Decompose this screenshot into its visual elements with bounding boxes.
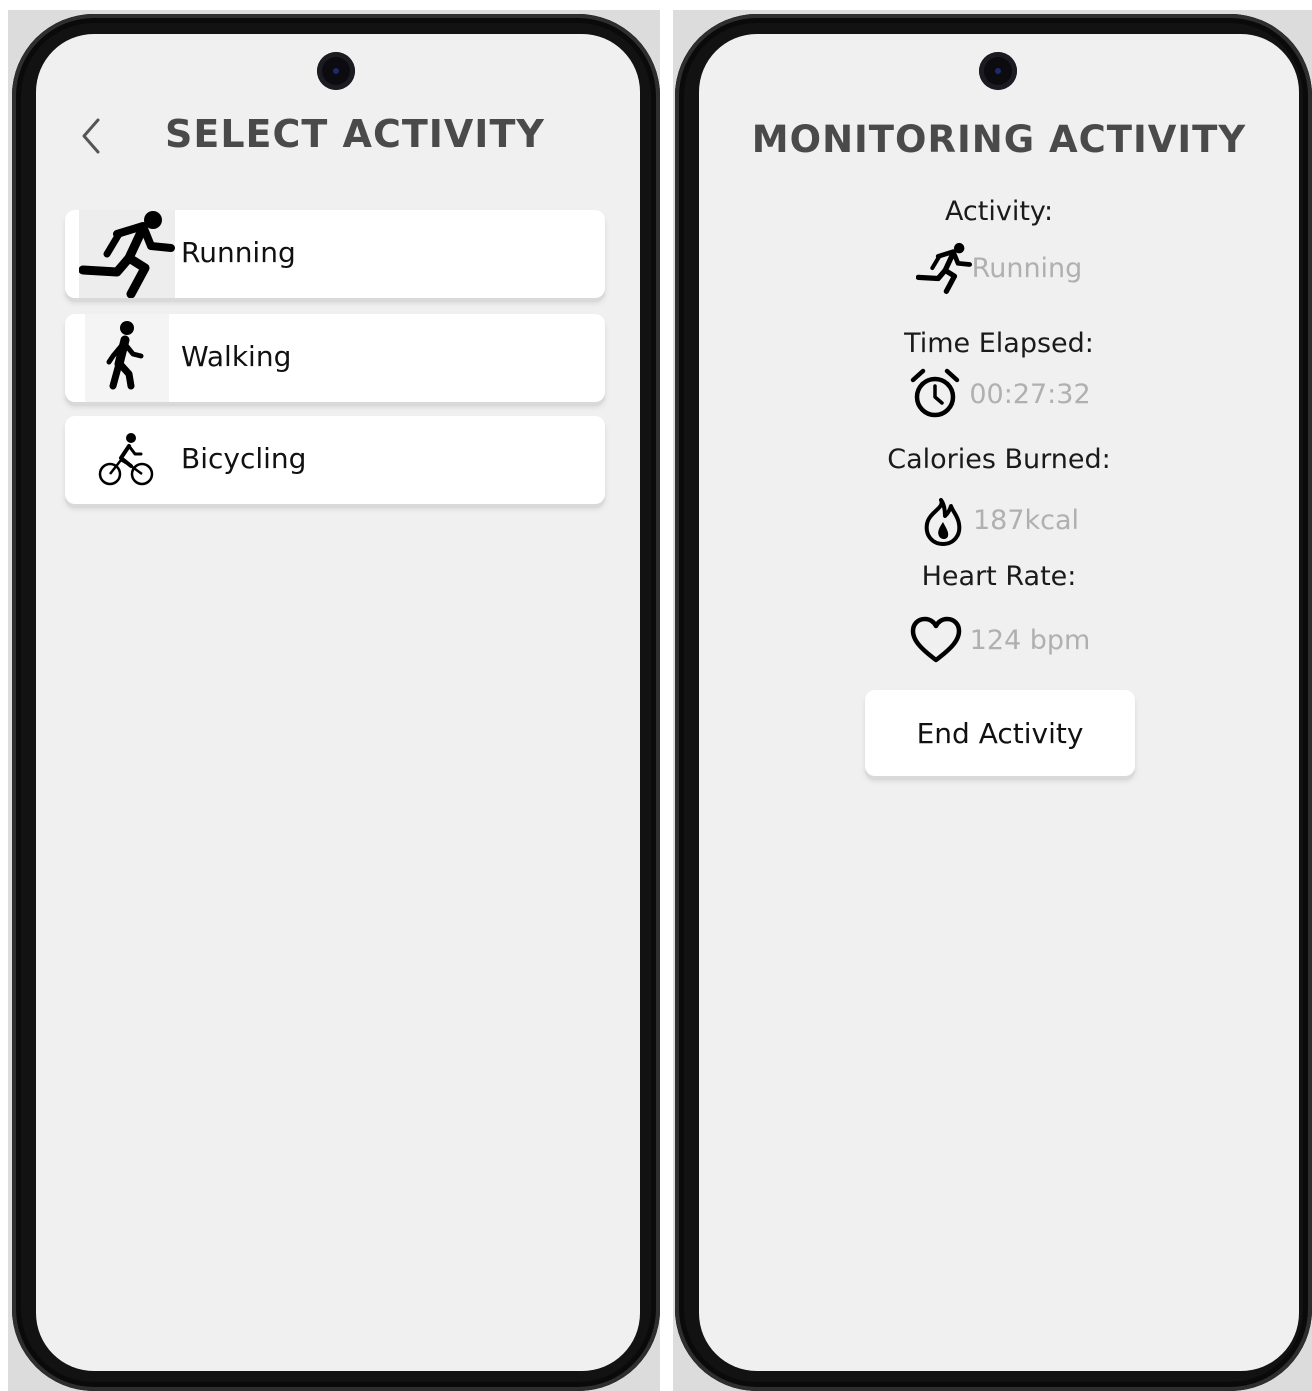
flame-icon xyxy=(919,492,967,548)
select-activity-screen: SELECT ACTIVITY Running Walking Bicyclin… xyxy=(36,34,640,1371)
calories-value: 187kcal xyxy=(972,504,1080,536)
heart-rate-heading: Heart Rate: xyxy=(921,561,1077,592)
back-button[interactable] xyxy=(74,114,108,158)
chevron-left-icon xyxy=(82,118,100,154)
heart-rate-row: 124 bpm xyxy=(699,612,1299,668)
activity-label: Walking xyxy=(181,340,292,373)
activity-value: Running xyxy=(971,252,1083,284)
time-elapsed-value: 00:27:32 xyxy=(969,378,1091,410)
left-phone-frame: SELECT ACTIVITY Running Walking Bicyclin… xyxy=(12,14,660,1391)
monitoring-activity-screen: MONITORING ACTIVITY Activity: Running Ti… xyxy=(699,34,1299,1371)
activity-option-walking[interactable]: Walking xyxy=(65,314,605,402)
end-activity-button[interactable]: End Activity xyxy=(865,690,1135,776)
page-title: MONITORING ACTIVITY xyxy=(751,118,1247,161)
calories-row: 187kcal xyxy=(699,492,1299,548)
activity-option-running[interactable]: Running xyxy=(65,210,605,299)
bicycling-icon xyxy=(79,416,175,504)
walking-icon xyxy=(85,314,169,402)
activity-row: Running xyxy=(699,240,1299,296)
page-title: SELECT ACTIVITY xyxy=(165,112,545,156)
heart-rate-value: 124 bpm xyxy=(969,624,1091,656)
time-elapsed-heading: Time Elapsed: xyxy=(904,328,1094,359)
activity-label: Running xyxy=(181,236,296,269)
front-camera xyxy=(979,52,1017,90)
calories-heading: Calories Burned: xyxy=(887,444,1111,475)
alarm-clock-icon xyxy=(907,366,963,422)
right-phone-frame: MONITORING ACTIVITY Activity: Running Ti… xyxy=(675,14,1312,1391)
running-icon xyxy=(78,210,175,299)
heart-icon xyxy=(908,612,964,668)
front-camera xyxy=(317,52,355,90)
activity-option-bicycling[interactable]: Bicycling xyxy=(65,416,605,504)
activity-label: Bicycling xyxy=(181,442,307,475)
running-icon xyxy=(915,240,972,296)
activity-heading: Activity: xyxy=(944,196,1054,227)
time-elapsed-row: 00:27:32 xyxy=(699,366,1299,422)
stage: SELECT ACTIVITY Running Walking Bicyclin… xyxy=(0,0,1312,1391)
